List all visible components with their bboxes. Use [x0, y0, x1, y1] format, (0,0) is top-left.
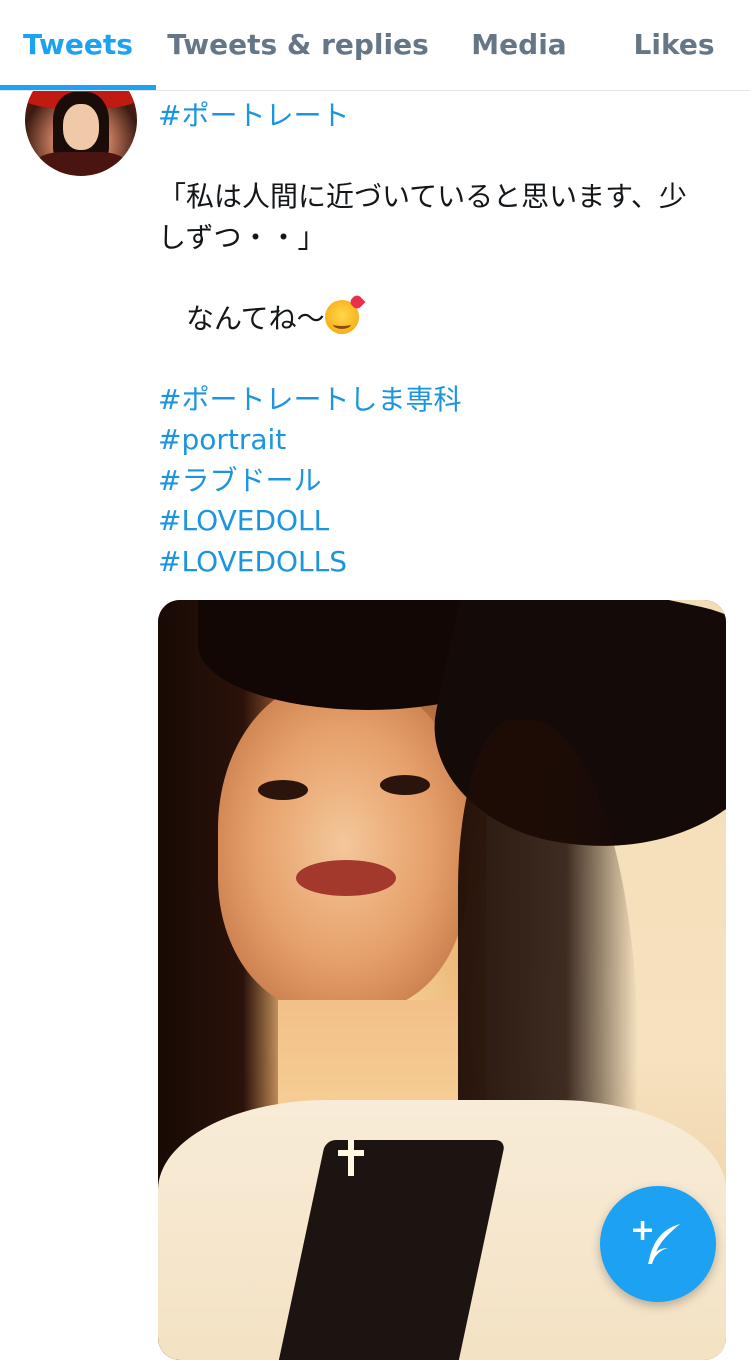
photo-lips	[296, 860, 396, 896]
tab-tweets[interactable]: Tweets	[0, 0, 156, 88]
hashtag-link[interactable]: #LOVEDOLLS	[158, 542, 728, 583]
hashtag-link[interactable]: #ポートレートしま専科	[158, 380, 728, 421]
tweet-text: なんてね〜	[158, 301, 325, 335]
photo-face	[218, 680, 468, 1010]
hashtag-link[interactable]: #ラブドール	[158, 461, 728, 502]
tweet-content: #ポートレート 「私は人間に近づいていると思います、少 しずつ・・」 なんてね〜…	[158, 96, 728, 582]
tab-media[interactable]: Media	[440, 0, 598, 88]
active-tab-indicator	[0, 85, 156, 90]
tab-likes[interactable]: Likes	[598, 0, 750, 88]
avatar-shirt	[35, 152, 127, 176]
tweet-text-line: しずつ・・」	[158, 220, 326, 254]
photo-cross-pendant	[338, 1140, 364, 1176]
hashtag-link[interactable]: #ポートレート	[158, 96, 728, 137]
compose-tweet-button[interactable]: +	[600, 1186, 716, 1302]
avatar-face	[63, 104, 99, 150]
hashtag-link[interactable]: #LOVEDOLL	[158, 501, 728, 542]
tweet-text-line-emoji: なんてね〜	[158, 299, 728, 340]
tweet-text-line: 「私は人間に近づいていると思います、少	[158, 180, 687, 213]
profile-tabs: Tweets Tweets & replies Media Likes	[0, 0, 750, 91]
photo-eye-left	[258, 780, 308, 800]
compose-feather-icon	[648, 1224, 680, 1264]
hashtag-link[interactable]: #portrait	[158, 420, 728, 461]
photo-eye-right	[380, 775, 430, 795]
smiling-face-with-hearts-icon	[324, 299, 359, 334]
tab-tweets-and-replies[interactable]: Tweets & replies	[156, 0, 440, 88]
